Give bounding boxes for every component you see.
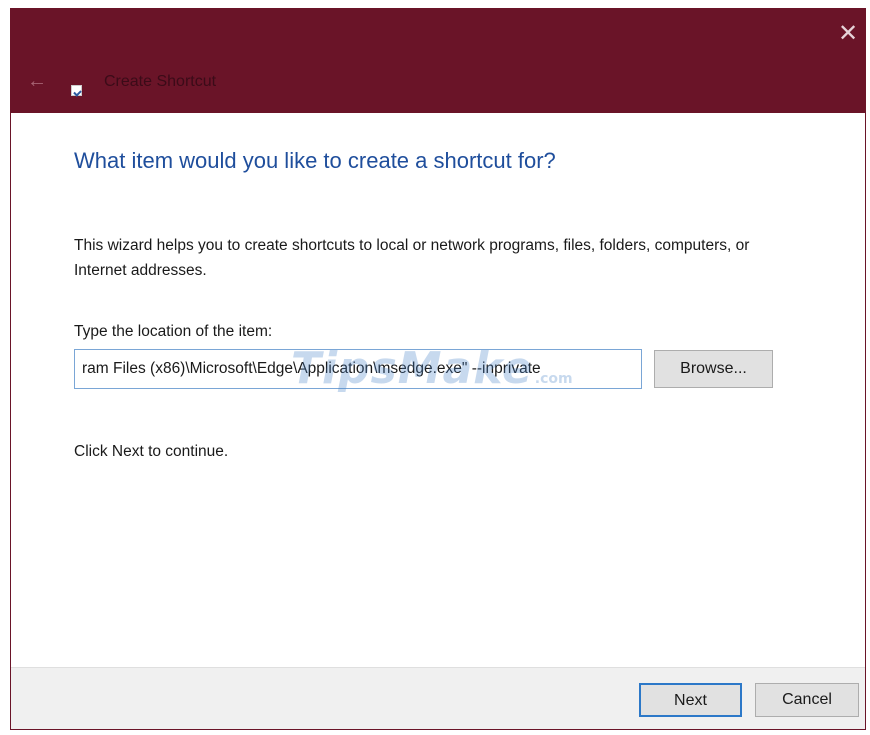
title-bar: ✕ ← Create Shortcut	[11, 9, 865, 113]
location-input[interactable]	[74, 349, 642, 389]
next-button[interactable]: Next	[639, 683, 742, 717]
browse-button[interactable]: Browse...	[654, 350, 773, 388]
shortcut-icon	[71, 85, 82, 96]
footer-bar: Next Cancel	[11, 667, 865, 729]
page-heading: What item would you like to create a sho…	[74, 148, 556, 173]
wizard-description: This wizard helps you to create shortcut…	[74, 237, 750, 279]
close-icon[interactable]: ✕	[835, 21, 861, 47]
cancel-button[interactable]: Cancel	[755, 683, 859, 717]
back-arrow-icon[interactable]: ←	[27, 71, 47, 91]
next-hint: Click Next to continue.	[74, 443, 229, 460]
window-title: Create Shortcut	[104, 73, 217, 90]
create-shortcut-window: ✕ ← Create Shortcut What item would you …	[10, 8, 866, 730]
location-label: Type the location of the item:	[74, 323, 273, 340]
